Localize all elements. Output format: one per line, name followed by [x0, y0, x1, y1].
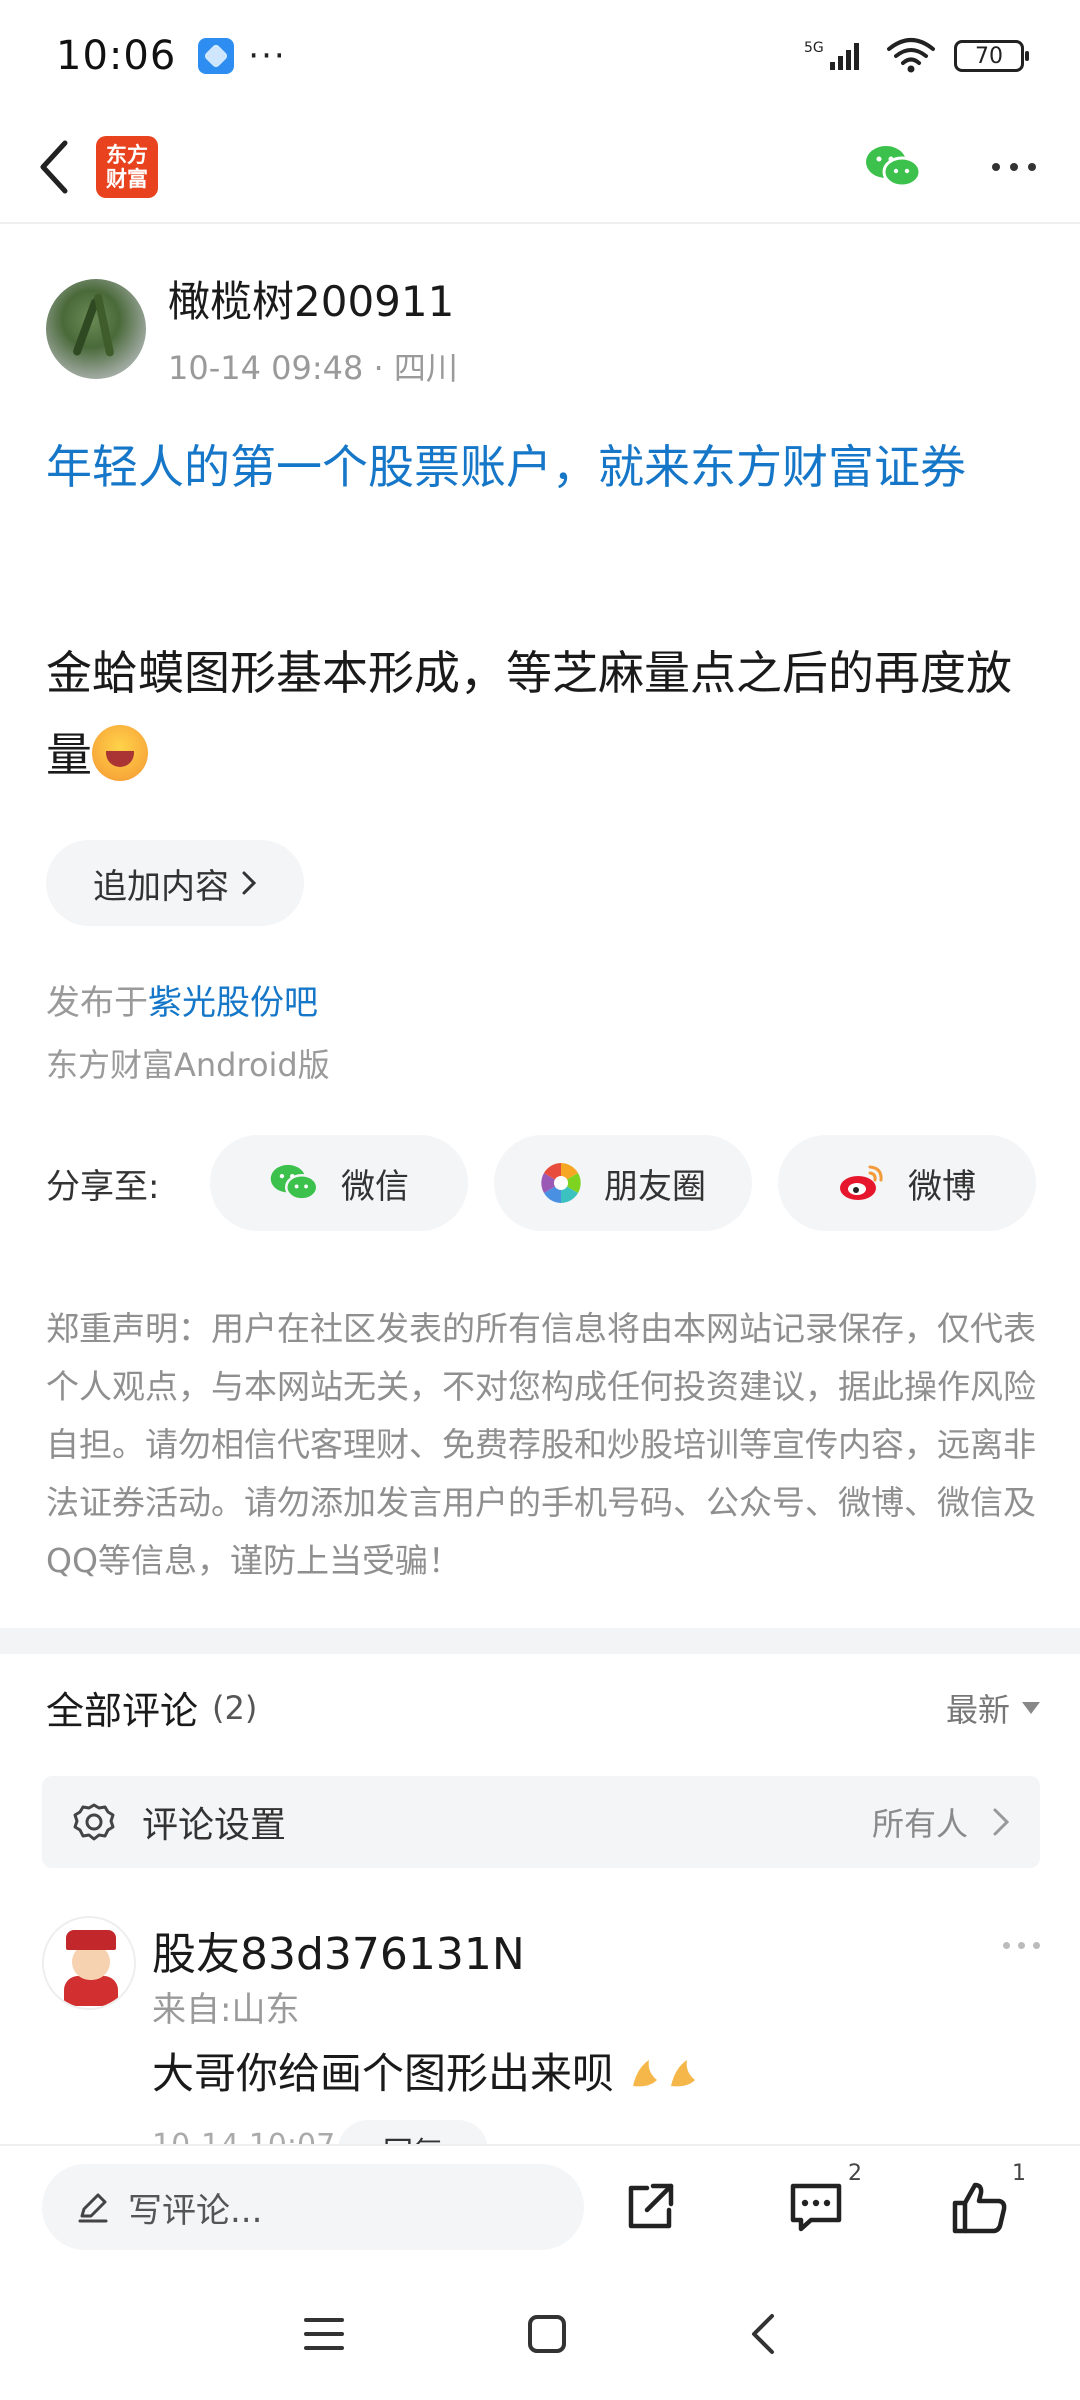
home-square-icon[interactable] [526, 2313, 568, 2355]
comment-more-button[interactable] [1003, 1942, 1040, 1949]
sort-dropdown[interactable]: 最新 [946, 1685, 1040, 1731]
share-moments-label: 朋友圈 [604, 1166, 706, 1207]
post-client: 东方财富Android版 [46, 1046, 330, 1084]
more-options-button[interactable] [992, 163, 1036, 171]
comment-settings-row[interactable]: 评论设置 所有人 [42, 1776, 1040, 1868]
author-name[interactable]: 橄榄树200911 [168, 268, 458, 329]
comments-count: (2) [212, 1688, 258, 1727]
chevron-right-icon [242, 871, 257, 895]
sort-label: 最新 [945, 1690, 1010, 1729]
share-wechat-button[interactable]: 微信 [210, 1135, 468, 1231]
status-bar: 10:06 ··· 5G 70 [0, 0, 1080, 112]
external-share-icon [628, 2183, 674, 2229]
chevron-left-icon [40, 140, 68, 194]
more-notifications-icon: ··· [248, 36, 287, 76]
comment-text-body: 大哥你给画个图形出来呗 [152, 2049, 615, 2098]
share-label: 分享至: [46, 1166, 160, 1207]
laughing-emoji-icon [92, 725, 148, 781]
disclaimer: 郑重声明：用户在社区发表的所有信息将由本网站记录保存，仅代表个人观点，与本网站无… [46, 1309, 1036, 1580]
wechat-icon [270, 1164, 319, 1201]
praying-hands-icon [633, 2060, 658, 2087]
comments-title: 全部评论 [46, 1689, 199, 1733]
commenter-location: 来自:山东 [152, 1990, 300, 2030]
share-row: 分享至: 微信 朋友圈 微博 [46, 1135, 1036, 1231]
menu-icon[interactable] [302, 2314, 346, 2354]
wechat-share-icon[interactable] [864, 144, 922, 190]
comment-reply-button[interactable]: 回复 [338, 2120, 488, 2144]
comments-header: 全部评论 (2) 最新 [46, 1680, 1040, 1735]
back-triangle-icon[interactable] [748, 2312, 778, 2356]
forum-link[interactable]: 紫光股份吧 [148, 983, 318, 1023]
moments-icon [541, 1163, 581, 1203]
caret-down-icon [1022, 1701, 1040, 1714]
share-moments-button[interactable]: 朋友圈 [494, 1135, 752, 1231]
share-weibo-label: 微博 [908, 1166, 976, 1207]
comment-count-badge: 2 [848, 2161, 862, 2186]
pencil-icon [78, 2193, 108, 2223]
brand-logo-line1: 东方 [106, 143, 148, 167]
gear-icon [73, 1803, 115, 1841]
brand-logo-line2: 财富 [106, 167, 148, 191]
comment-settings-label: 评论设置 [142, 1805, 287, 1846]
add-content-label: 追加内容 [93, 866, 229, 907]
add-content-button[interactable]: 追加内容 [46, 840, 304, 926]
praying-hands-icon [671, 2060, 696, 2087]
weibo-icon [840, 1165, 883, 1200]
top-navigation-bar: 东方 财富 [0, 112, 1080, 224]
post-body: 金蛤蟆图形基本形成，等芝麻量点之后的再度放量 [46, 632, 1046, 796]
comment-bubble-icon [790, 2183, 842, 2232]
post-timestamp-location: 10-14 09:48 · 四川 [168, 349, 458, 387]
commenter-avatar[interactable] [42, 1916, 136, 2010]
write-comment-placeholder: 写评论... [128, 2190, 263, 2231]
app-notification-icon [198, 38, 235, 74]
wifi-icon [887, 38, 935, 73]
write-comment-input[interactable]: 写评论... [42, 2164, 584, 2250]
comments-button[interactable]: 2 [786, 2161, 862, 2237]
author-avatar[interactable] [46, 278, 146, 379]
commenter-name[interactable]: 股友83d376131N [152, 1918, 525, 1982]
section-divider [0, 1628, 1080, 1654]
battery-indicator: 70 [954, 40, 1029, 72]
post-author: 橄榄树200911 10-14 09:48 · 四川 [46, 268, 458, 389]
brand-logo[interactable]: 东方 财富 [96, 136, 158, 198]
like-button[interactable]: 1 [950, 2161, 1026, 2237]
published-prefix: 发布于 [46, 983, 148, 1023]
post-title[interactable]: 年轻人的第一个股票账户，就来东方财富证券 [46, 428, 1036, 506]
system-navigation-bar [0, 2268, 1080, 2400]
like-count-badge: 1 [1012, 2161, 1026, 2186]
chevron-right-icon [993, 1808, 1010, 1836]
comment-settings-value: 所有人 [871, 1805, 968, 1843]
comment-text: 大哥你给画个图形出来呗 [152, 2040, 703, 2101]
share-button[interactable] [620, 2177, 680, 2237]
published-in: 发布于紫光股份吧 [46, 975, 318, 1024]
battery-level: 70 [975, 43, 1003, 69]
comment-actions-row: 10-14 10:07 回复 [0, 2120, 1080, 2144]
back-button[interactable] [24, 127, 84, 207]
post-body-text: 金蛤蟆图形基本形成，等芝麻量点之后的再度放量 [46, 646, 1012, 782]
share-wechat-label: 微信 [341, 1166, 409, 1207]
status-indicators: 5G 70 [804, 37, 1029, 75]
comment-time: 10-14 10:07 [152, 2128, 335, 2144]
signal-5g-icon: 5G [804, 40, 859, 70]
bottom-action-bar: 写评论... 2 1 [0, 2144, 1080, 2268]
svg-text:5G: 5G [804, 40, 824, 56]
status-time: 10:06 [56, 33, 177, 79]
share-weibo-button[interactable]: 微博 [778, 1135, 1036, 1231]
thumbs-up-icon [952, 2182, 1007, 2234]
